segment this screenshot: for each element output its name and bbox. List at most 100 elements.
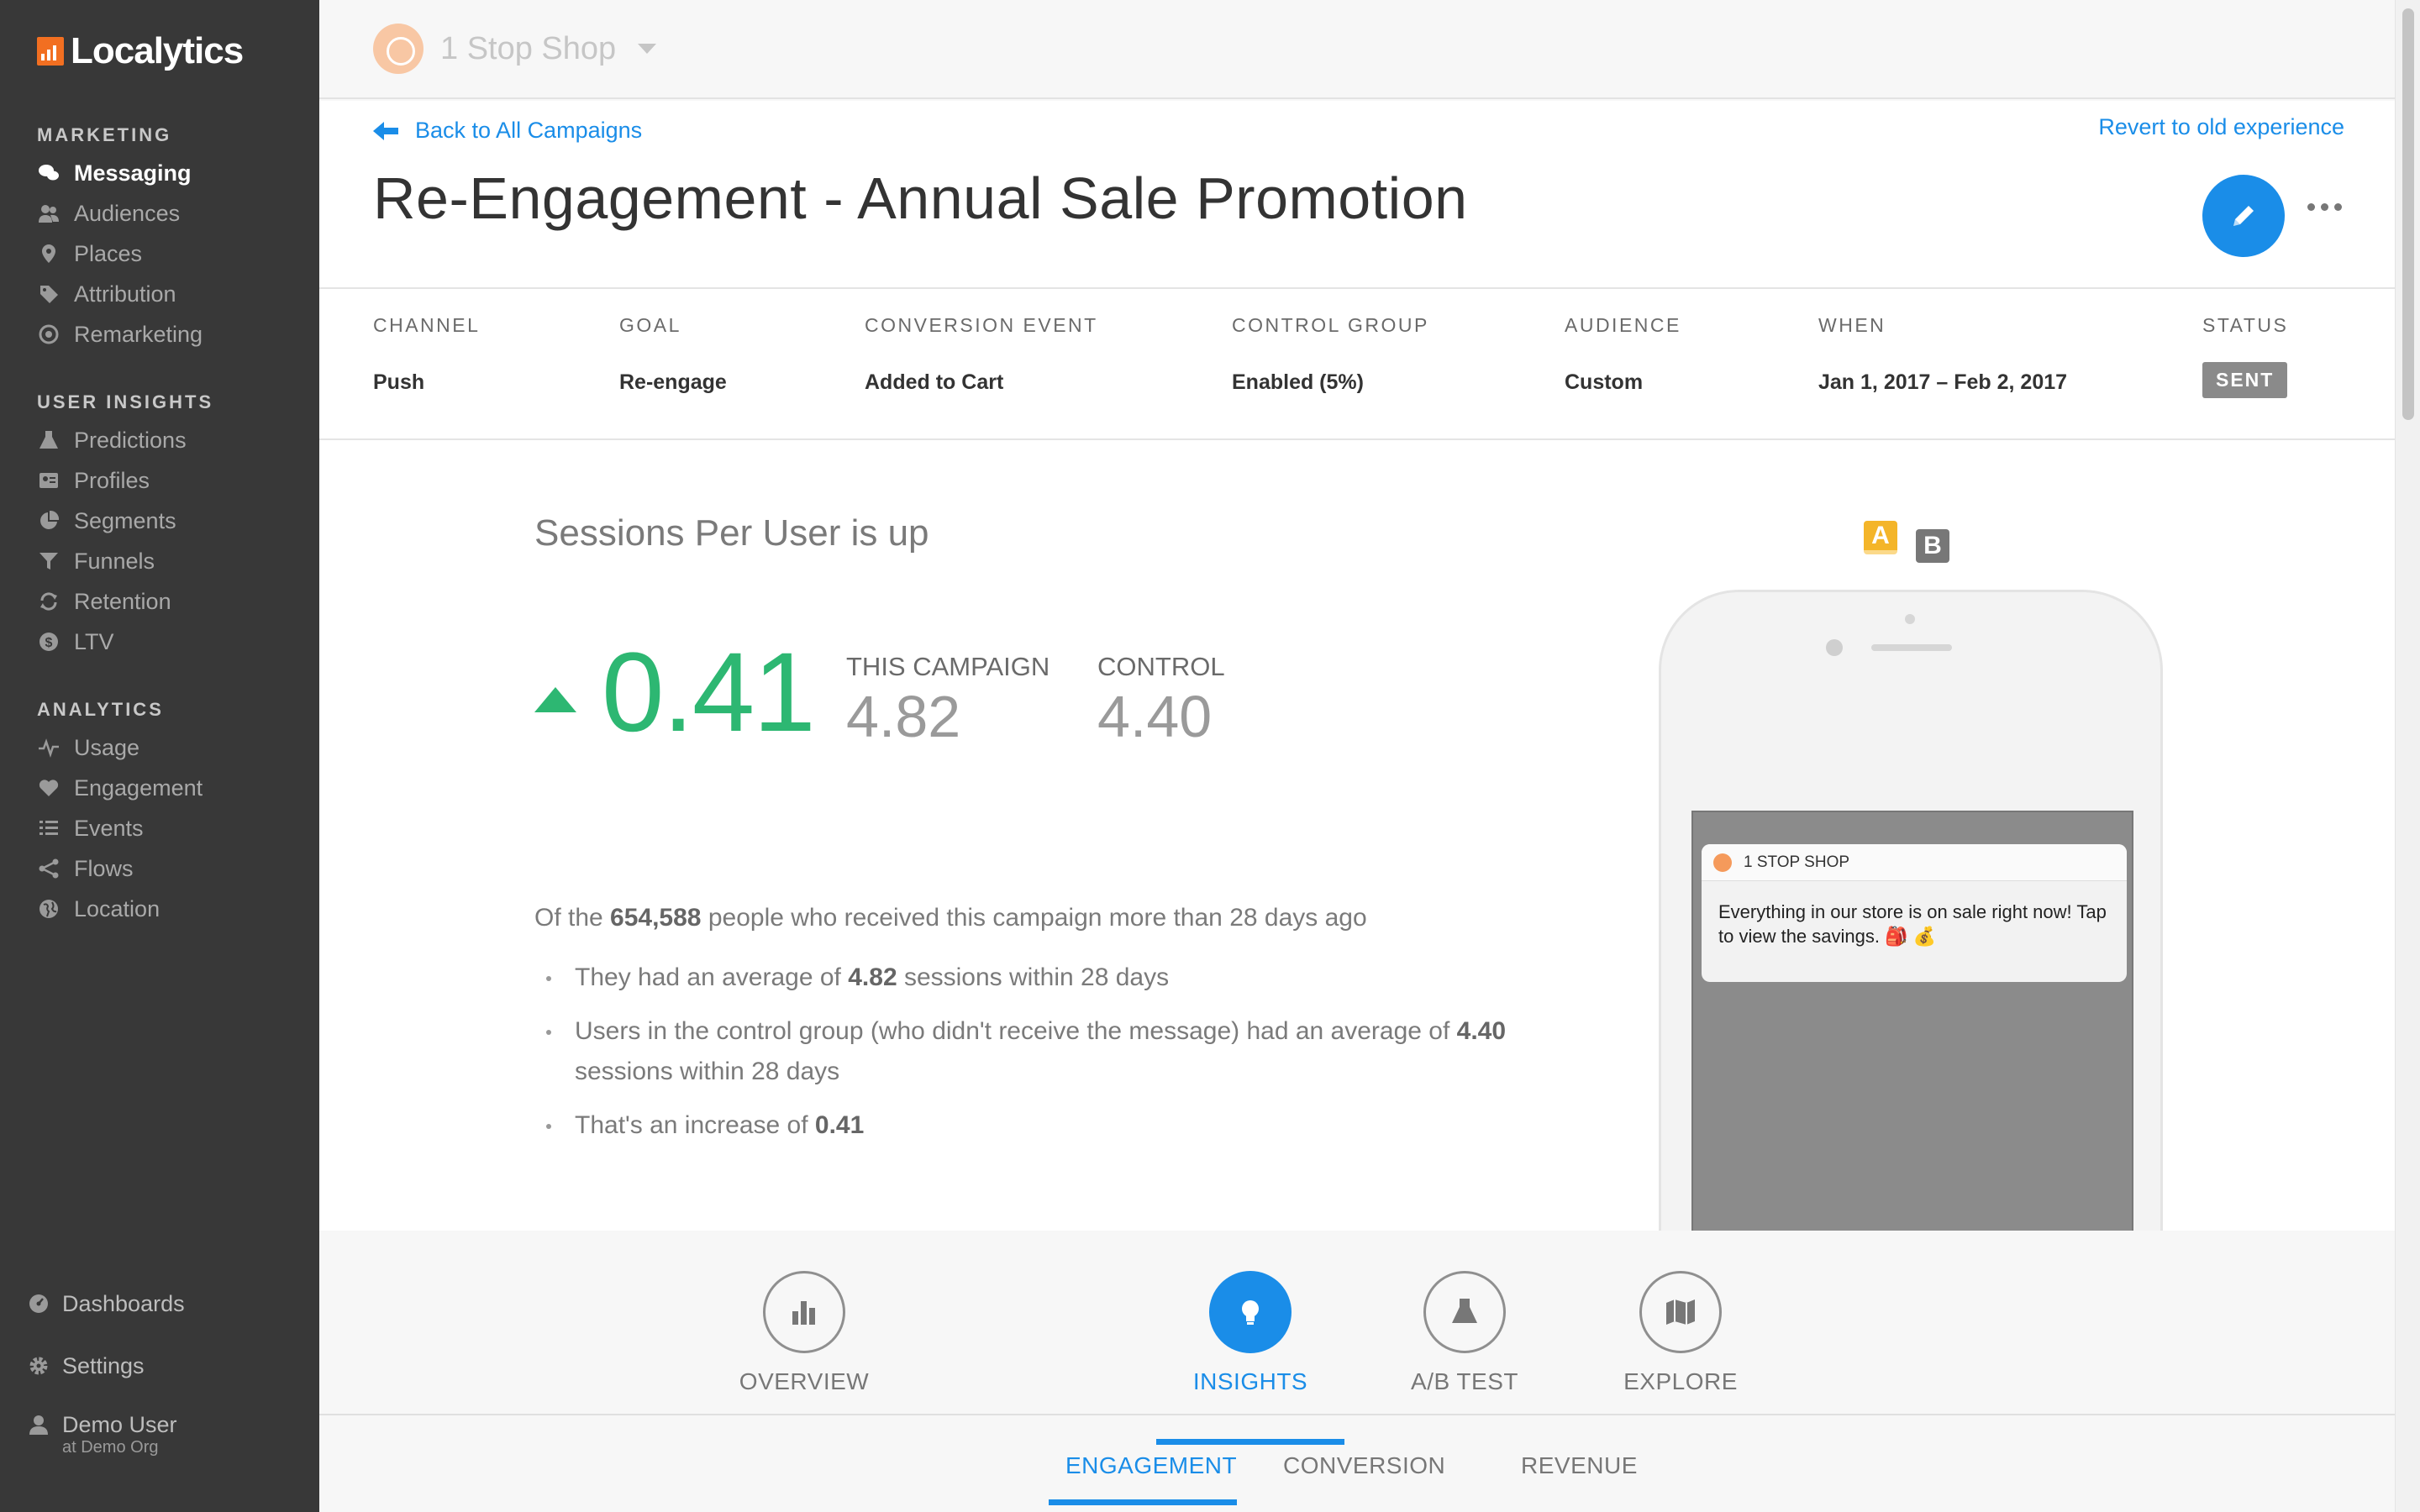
edit-button[interactable] [2202,175,2285,257]
sidebar-item-label: Places [74,240,143,266]
phone-speaker [1871,644,1952,651]
tab-insights[interactable]: INSIGHTS [1156,1271,1344,1445]
sidebar-item-places[interactable]: Places [37,234,203,274]
arrow-left-icon [373,121,398,140]
meta-label: GOAL [619,314,681,336]
app-icon [1713,853,1732,872]
list-item: That's an increase of 0.41 [546,1105,1573,1146]
sidebar-item-flows[interactable]: Flows [37,848,203,889]
gear-icon [27,1354,50,1378]
page-title: Re-Engagement - Annual Sale Promotion [373,165,1468,231]
sidebar-item-dashboards[interactable]: Dashboards [27,1284,185,1324]
subtab-revenue[interactable]: REVENUE [1521,1452,1638,1479]
top-bar: 1 Stop Shop [319,0,2395,99]
list-item: They had an average of 4.82 sessions wit… [546,958,1573,998]
sidebar-item-audiences[interactable]: Audiences [37,193,203,234]
meta-label: CONVERSION EVENT [865,314,1098,336]
pulse-icon [37,736,60,759]
this-campaign-stat: THIS CAMPAIGN 4.82 [846,652,1050,751]
meta-value: Push [373,370,425,394]
sidebar-item-profiles[interactable]: Profiles [37,460,213,501]
flask-icon [1452,1299,1477,1323]
status-badge: SENT [2202,362,2288,398]
localytics-logo-icon [37,37,64,66]
sidebar-item-funnels[interactable]: Funnels [37,541,213,581]
flask-icon [37,428,60,452]
tab-icon-circle [1639,1271,1722,1353]
sidebar-item-settings[interactable]: Settings [27,1346,185,1386]
variant-a-button[interactable]: A [1864,521,1897,554]
people-icon [37,202,60,225]
target-icon [37,323,60,346]
user-icon [27,1413,50,1436]
nav-section-user-insights: USER INSIGHTS Predictions Profiles Segme… [37,390,213,662]
meta-audience: AUDIENCE Custom [1565,314,1681,395]
bullet-value: 4.82 [848,963,897,991]
sidebar-item-events[interactable]: Events [37,808,203,848]
share-icon [37,857,60,880]
tab-label: EXPLORE [1623,1368,1738,1394]
dashboard-icon [27,1292,50,1315]
variant-b-button[interactable]: B [1916,529,1949,563]
delta-value: 0.41 [602,630,816,755]
meta-control-group: CONTROL GROUP Enabled (5%) [1232,314,1429,395]
sidebar-item-messaging[interactable]: Messaging [37,153,203,193]
nav-heading: MARKETING [37,124,172,145]
report-tabs: OVERVIEW INSIGHTS A/B TEST EXPLORE ENGAG… [319,1231,2395,1512]
app-switcher[interactable]: 1 Stop Shop [373,24,657,74]
bullet-value: 0.41 [814,1111,865,1139]
meta-goal: GOAL Re-engage [619,314,727,395]
meta-label: CHANNEL [373,314,481,336]
scrollbar[interactable] [2395,0,2420,1512]
user-menu[interactable]: Demo User at Demo Org [27,1411,177,1457]
sidebar-item-location[interactable]: Location [37,889,203,929]
pencil-icon [2233,206,2254,226]
tab-explore[interactable]: EXPLORE [1586,1271,1775,1431]
stat-label: THIS CAMPAIGN [846,652,1050,681]
brand-logo[interactable]: Localytics [37,30,244,72]
subtab-conversion[interactable]: CONVERSION [1283,1452,1445,1479]
subtab-engagement[interactable]: ENGAGEMENT [1065,1452,1237,1479]
sidebar-item-remarketing[interactable]: Remarketing [37,314,203,354]
nav-heading: USER INSIGHTS [37,391,214,412]
insight-bullets: They had an average of 4.82 sessions wit… [546,958,1573,1159]
notification-message: Everything in our store is on sale right… [1718,901,2107,947]
meta-status: STATUS SENT [2202,314,2288,398]
summary-count: 654,588 [610,904,702,932]
pie-icon [37,509,60,533]
sidebar-item-usage[interactable]: Usage [37,727,203,768]
sidebar-item-label: Events [74,815,144,841]
bullet-text: sessions within 28 days [575,1058,840,1085]
brand-name: Localytics [71,30,244,71]
sidebar-item-label: Location [74,895,160,921]
sidebar-item-label: Attribution [74,281,176,307]
sidebar-item-segments[interactable]: Segments [37,501,213,541]
meta-when: WHEN Jan 1, 2017 – Feb 2, 2017 [1818,314,2067,395]
meta-value: Jan 1, 2017 – Feb 2, 2017 [1818,370,2068,394]
sidebar-item-label: Profiles [74,467,150,493]
scrollbar-thumb[interactable] [2402,8,2414,420]
nav-heading: ANALYTICS [37,699,164,720]
tab-ab-test[interactable]: A/B TEST [1370,1271,1559,1431]
back-to-campaigns-link[interactable]: Back to All Campaigns [373,118,642,144]
sidebar-item-ltv[interactable]: $ LTV [37,622,213,662]
globe-icon [37,897,60,921]
revert-old-experience-link[interactable]: Revert to old experience [2098,114,2344,140]
sidebar-item-predictions[interactable]: Predictions [37,420,213,460]
refresh-icon [37,590,60,613]
tab-label: OVERVIEW [739,1368,870,1394]
meta-conversion-event: CONVERSION EVENT Added to Cart [865,314,1098,395]
bullet-text: They had an average of [575,963,849,991]
summary-prefix: Of the [534,904,611,932]
campaign-detail: Back to All Campaigns Revert to old expe… [319,101,2395,1247]
dollar-icon: $ [37,630,60,654]
sidebar-item-label: LTV [74,628,114,654]
sidebar: Localytics MARKETING Messaging Audiences… [0,0,319,1512]
more-options-icon[interactable] [2307,203,2342,211]
tab-overview[interactable]: OVERVIEW [710,1271,898,1431]
sidebar-item-engagement[interactable]: Engagement [37,768,203,808]
sidebar-item-attribution[interactable]: Attribution [37,274,203,314]
profile-card-icon [37,469,60,492]
sidebar-item-retention[interactable]: Retention [37,581,213,622]
tab-icon-circle [1209,1271,1292,1353]
